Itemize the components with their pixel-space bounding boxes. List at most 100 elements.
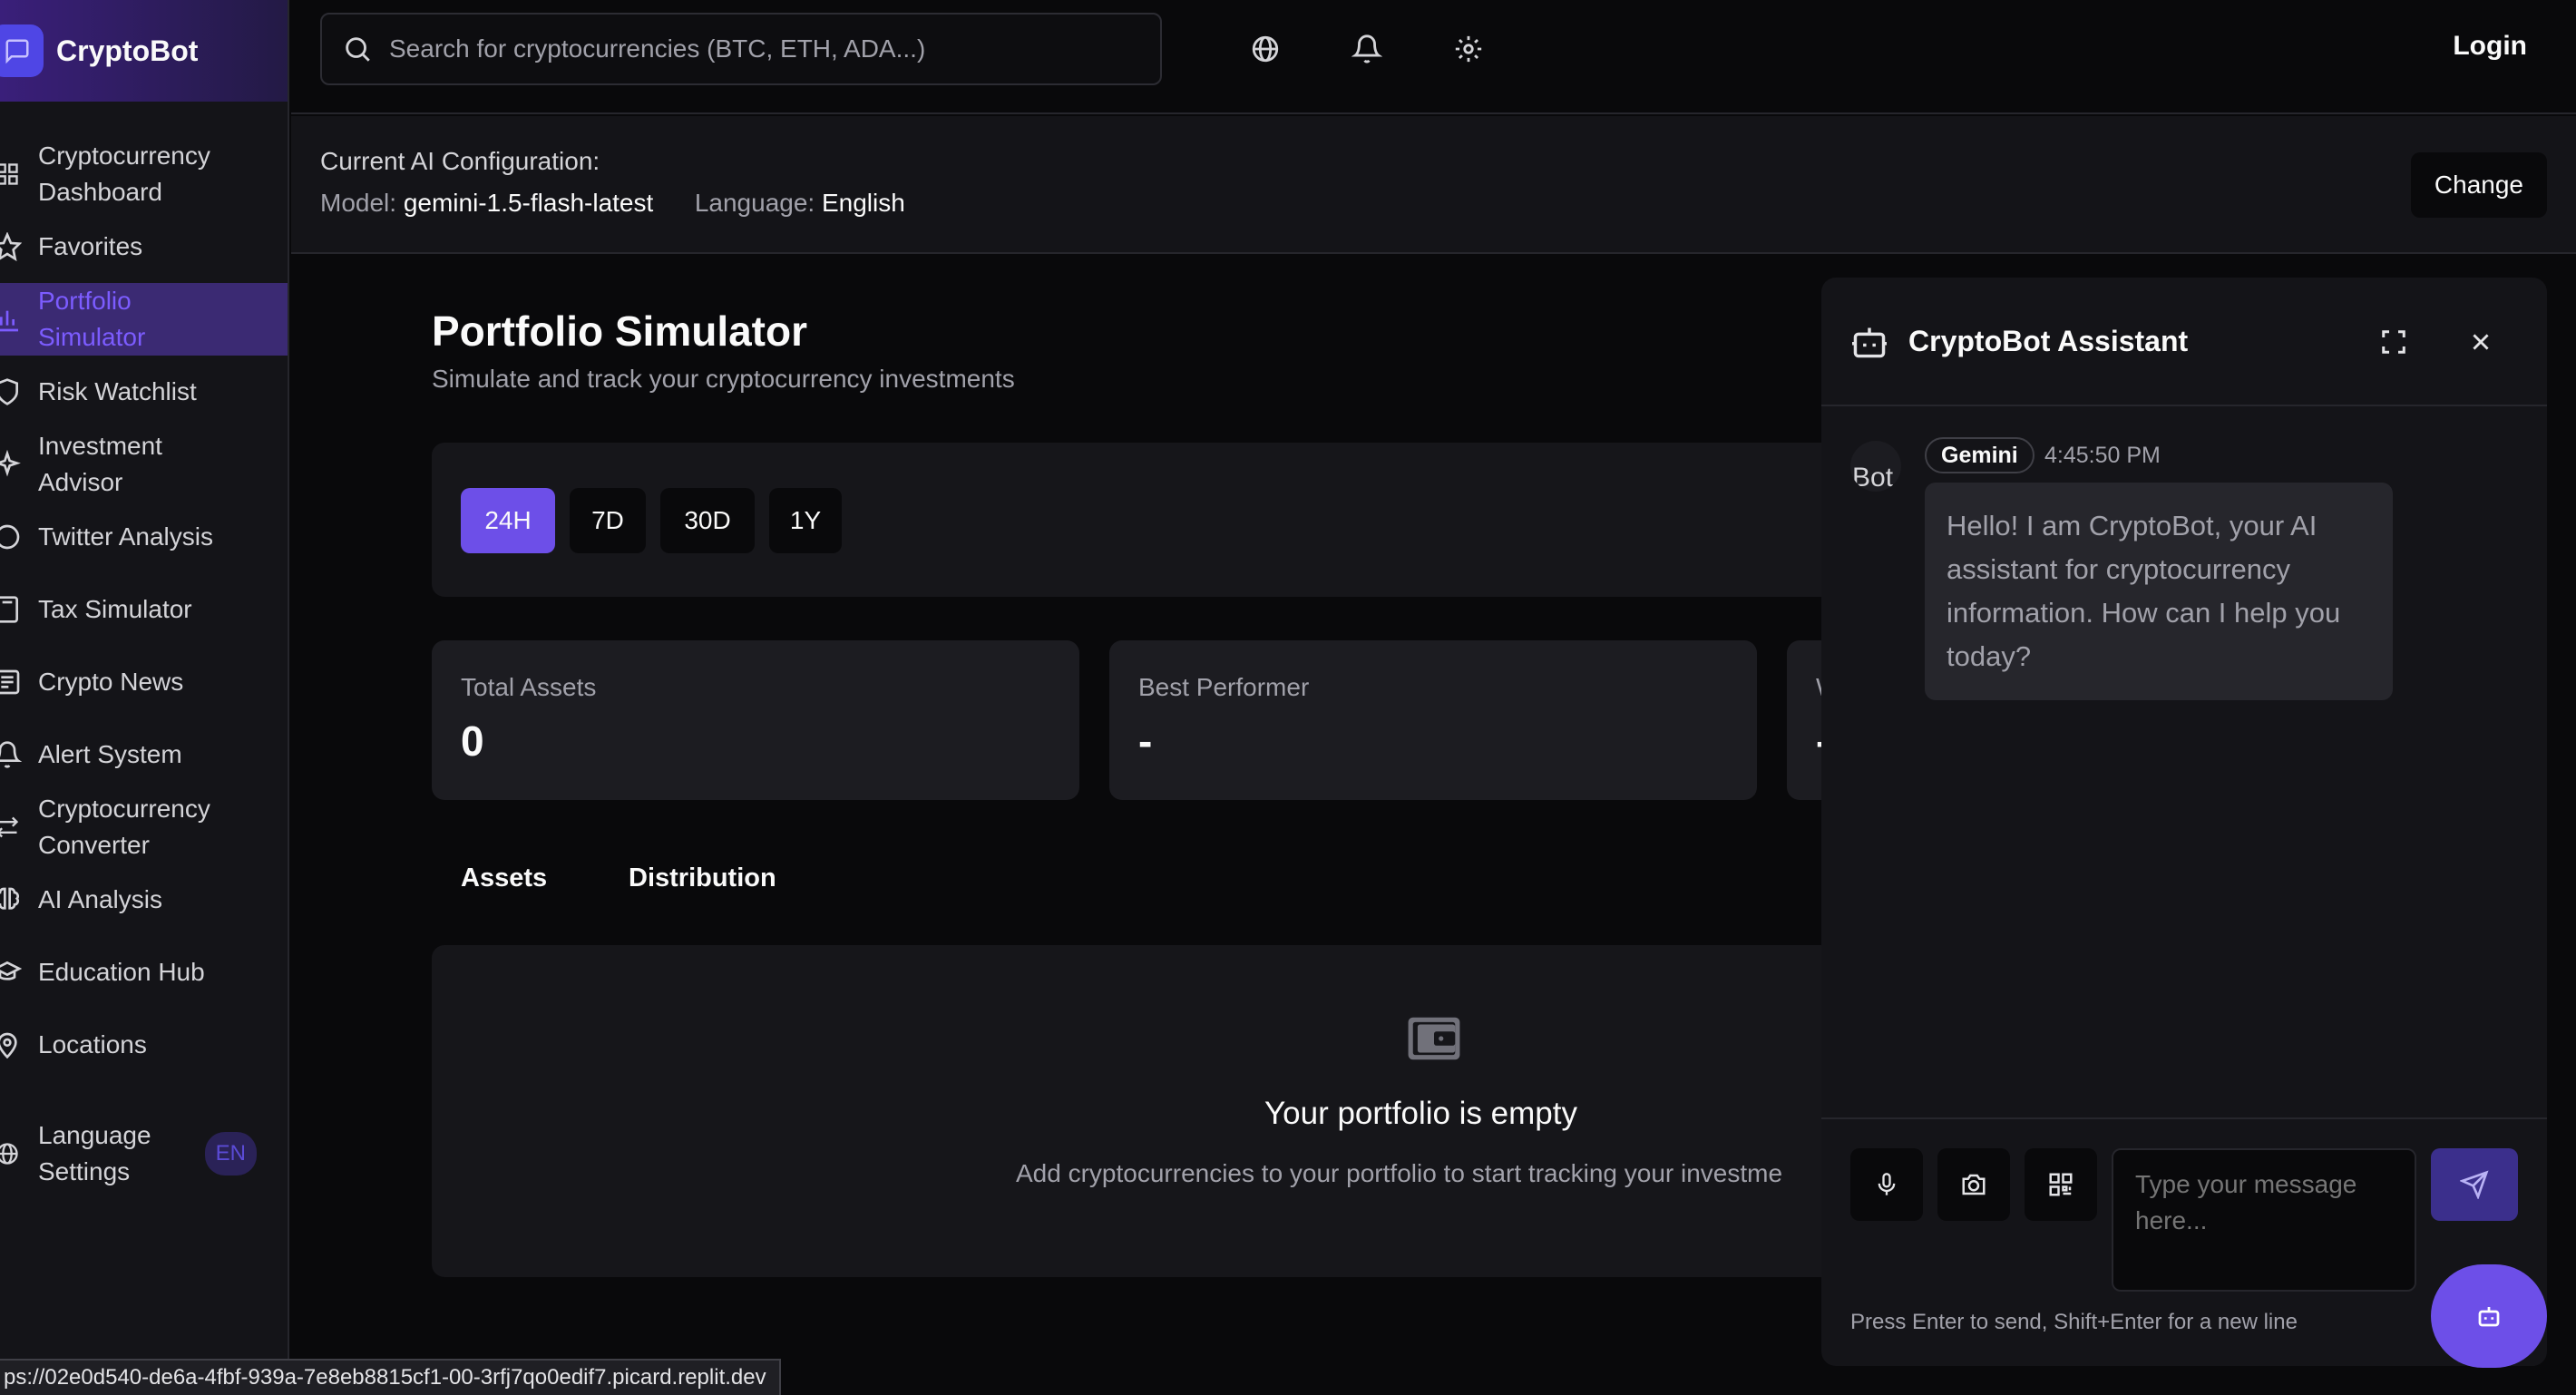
stat-best-performer: Best Performer - bbox=[1109, 640, 1757, 800]
sidebar-item-language-settings[interactable]: Language Settings EN bbox=[0, 1117, 288, 1190]
sidebar-item-label: Language Settings bbox=[38, 1121, 151, 1185]
sidebar-item-cryptocurrency-converter[interactable]: Cryptocurrency Converter bbox=[0, 791, 288, 863]
bar-chart-icon bbox=[0, 299, 27, 339]
stat-label: Best Performer bbox=[1138, 673, 1310, 701]
globe-icon[interactable] bbox=[1244, 27, 1287, 71]
ai-config-title: Current AI Configuration: bbox=[320, 147, 600, 175]
stat-label: Total Assets bbox=[461, 673, 597, 701]
model-value: gemini-1.5-flash-latest bbox=[403, 189, 654, 217]
tab-assets[interactable]: Assets bbox=[461, 863, 547, 893]
stat-value: 0 bbox=[461, 717, 484, 765]
sidebar-item-cryptocurrency-dashboard[interactable]: Cryptocurrency Dashboard bbox=[0, 138, 288, 210]
arrows-exchange-icon bbox=[0, 807, 27, 847]
microphone-icon bbox=[1874, 1171, 1899, 1198]
sidebar-item-label: Cryptocurrency Converter bbox=[38, 795, 210, 859]
globe-icon bbox=[0, 1134, 27, 1174]
chat-bubble-icon bbox=[0, 24, 44, 77]
change-config-button[interactable]: Change bbox=[2410, 152, 2547, 218]
brain-icon bbox=[0, 880, 27, 920]
page-subtitle: Simulate and track your cryptocurrency i… bbox=[432, 365, 1015, 393]
graduation-cap-icon bbox=[0, 952, 27, 992]
empty-state-title: Your portfolio is empty bbox=[1264, 1096, 1577, 1131]
message-sender-badge: Gemini bbox=[1925, 437, 2034, 473]
top-bar: Login bbox=[291, 0, 2576, 114]
close-icon[interactable] bbox=[2469, 330, 2493, 354]
chat-panel: CryptoBot Assistant Bot Gemini 4:45:50 P… bbox=[1821, 278, 2547, 1366]
sidebar-item-locations[interactable]: Locations bbox=[0, 1009, 288, 1081]
sidebar-item-alert-system[interactable]: Alert System bbox=[0, 718, 288, 791]
language-label: Language: bbox=[694, 189, 815, 217]
sidebar-item-label: Favorites bbox=[38, 232, 143, 260]
camera-icon bbox=[1960, 1171, 1987, 1198]
sidebar-nav: Cryptocurrency Dashboard Favorites Portf… bbox=[0, 138, 288, 1190]
sidebar-item-label: Locations bbox=[38, 1030, 147, 1058]
brand-title: CryptoBot bbox=[56, 34, 199, 67]
sidebar-item-label: Portfolio Simulator bbox=[38, 287, 146, 351]
bot-icon bbox=[1850, 325, 1888, 359]
sidebar-item-label: Education Hub bbox=[38, 958, 205, 986]
chatbot-toggle-button[interactable] bbox=[2431, 1264, 2547, 1368]
sidebar-item-education-hub[interactable]: Education Hub bbox=[0, 936, 288, 1009]
sidebar: CryptoBot Cryptocurrency Dashboard Favor… bbox=[0, 0, 289, 1395]
brand[interactable]: CryptoBot bbox=[0, 0, 288, 102]
map-pin-icon bbox=[0, 1025, 27, 1065]
sidebar-item-label: Tax Simulator bbox=[38, 595, 192, 623]
sidebar-item-ai-analysis[interactable]: AI Analysis bbox=[0, 863, 288, 936]
search-input[interactable] bbox=[389, 34, 1133, 63]
newspaper-icon bbox=[0, 662, 27, 702]
shield-icon bbox=[0, 372, 27, 412]
bot-icon bbox=[2475, 1303, 2503, 1329]
sidebar-item-portfolio-simulator[interactable]: Portfolio Simulator bbox=[0, 283, 288, 356]
period-30d-button[interactable]: 30D bbox=[660, 488, 755, 553]
sidebar-item-label: Alert System bbox=[38, 740, 182, 768]
chat-header: CryptoBot Assistant bbox=[1821, 278, 2547, 406]
avatar-alt-text: Bot bbox=[1852, 463, 1894, 492]
sidebar-item-crypto-news[interactable]: Crypto News bbox=[0, 646, 288, 718]
stat-total-assets: Total Assets 0 bbox=[432, 640, 1079, 800]
message-circle-icon bbox=[0, 517, 27, 557]
tab-distribution[interactable]: Distribution bbox=[629, 863, 776, 893]
ai-config-details: Model: gemini-1.5-flash-latest Language:… bbox=[320, 189, 905, 218]
period-selector: 24H 7D 30D 1Y bbox=[432, 443, 1847, 597]
send-icon bbox=[2460, 1170, 2489, 1199]
login-button[interactable]: Login bbox=[2453, 31, 2527, 62]
period-7d-button[interactable]: 7D bbox=[570, 488, 646, 553]
sidebar-item-label: Risk Watchlist bbox=[38, 377, 197, 405]
sidebar-item-favorites[interactable]: Favorites bbox=[0, 210, 288, 283]
maximize-icon[interactable] bbox=[2380, 328, 2407, 356]
page-title: Portfolio Simulator bbox=[432, 307, 807, 355]
bell-icon bbox=[0, 735, 27, 775]
sidebar-item-twitter-analysis[interactable]: Twitter Analysis bbox=[0, 501, 288, 573]
microphone-button[interactable] bbox=[1850, 1148, 1923, 1221]
ai-config-bar: Current AI Configuration: Model: gemini-… bbox=[291, 116, 2576, 254]
search-icon bbox=[342, 34, 373, 64]
bot-avatar: Bot bbox=[1850, 441, 1901, 492]
grid-icon bbox=[0, 154, 27, 194]
status-bar-url: ps://02e0d540-de6a-4fbf-939a-7e8eb8815cf… bbox=[0, 1359, 781, 1395]
chat-message-input[interactable] bbox=[2112, 1148, 2416, 1292]
gear-icon[interactable] bbox=[1447, 27, 1490, 71]
sidebar-item-investment-advisor[interactable]: Investment Advisor bbox=[0, 428, 288, 501]
qr-code-button[interactable] bbox=[2025, 1148, 2097, 1221]
camera-button[interactable] bbox=[1937, 1148, 2010, 1221]
empty-state-subtitle: Add cryptocurrencies to your portfolio t… bbox=[1016, 1159, 1783, 1187]
language-badge: EN bbox=[204, 1132, 257, 1176]
language-value: English bbox=[821, 189, 905, 217]
message-bubble: Hello! I am CryptoBot, your AI assistant… bbox=[1925, 483, 2393, 700]
sidebar-item-label: Crypto News bbox=[38, 668, 184, 696]
send-button[interactable] bbox=[2431, 1148, 2518, 1221]
wallet-icon bbox=[1406, 1012, 1462, 1065]
period-24h-button[interactable]: 24H bbox=[461, 488, 555, 553]
qr-code-icon bbox=[2047, 1171, 2074, 1198]
sidebar-item-label: Cryptocurrency Dashboard bbox=[38, 141, 210, 206]
sidebar-item-tax-simulator[interactable]: Tax Simulator bbox=[0, 573, 288, 646]
model-label: Model: bbox=[320, 189, 397, 217]
input-hint: Press Enter to send, Shift+Enter for a n… bbox=[1850, 1310, 2298, 1334]
search-box[interactable] bbox=[320, 13, 1162, 85]
period-1y-button[interactable]: 1Y bbox=[769, 488, 842, 553]
sidebar-item-label: Investment Advisor bbox=[38, 432, 162, 496]
sidebar-item-risk-watchlist[interactable]: Risk Watchlist bbox=[0, 356, 288, 428]
sidebar-item-label: Twitter Analysis bbox=[38, 522, 213, 551]
bell-icon[interactable] bbox=[1345, 27, 1389, 71]
chat-title: CryptoBot Assistant bbox=[1908, 325, 2189, 357]
